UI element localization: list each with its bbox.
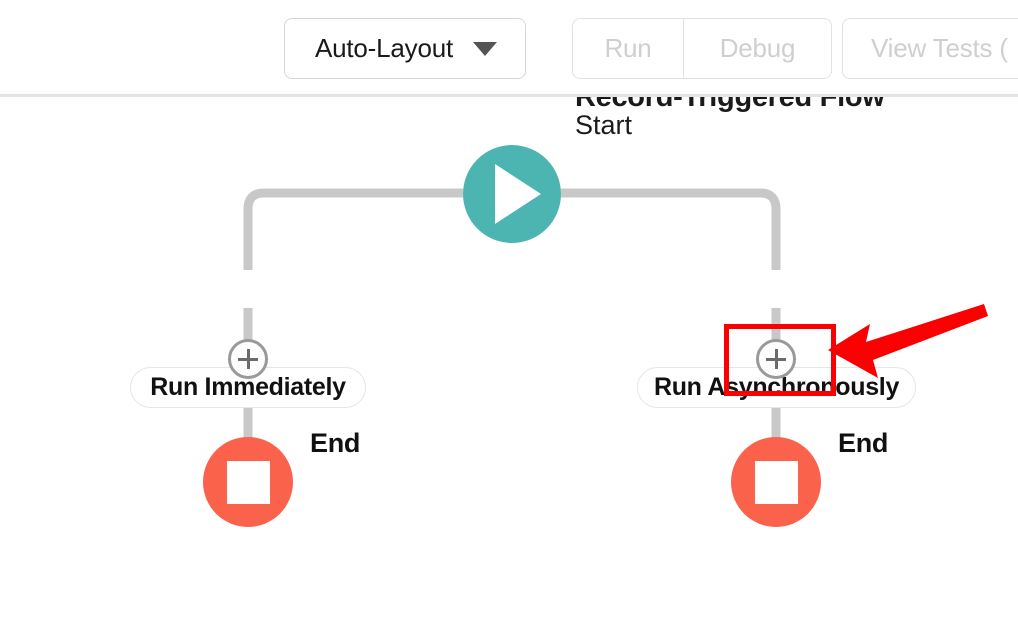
play-icon (495, 164, 541, 224)
connector-left-branch (243, 188, 463, 270)
arrow-left-icon (828, 304, 988, 378)
layout-mode-select[interactable]: Auto-Layout (284, 18, 526, 79)
end-node-run-immediately[interactable] (203, 437, 293, 527)
debug-button-label: Debug (719, 33, 796, 63)
end-node-run-asynchronously[interactable] (731, 437, 821, 527)
layout-mode-label: Auto-Layout (315, 33, 454, 63)
flow-canvas[interactable]: Record-Triggered Flow Start Run Immediat… (0, 97, 1018, 642)
chevron-down-icon (473, 41, 497, 56)
annotation-highlight-box (724, 324, 836, 396)
view-tests-button-label: View Tests ( (871, 33, 1008, 63)
debug-button[interactable]: Debug (684, 19, 831, 78)
run-button-label: Run (604, 33, 652, 63)
flow-builder-screen: Auto-Layout Run Debug View Tests (Recor… (0, 0, 1018, 642)
run-debug-button-group: Run Debug (572, 18, 832, 79)
stop-square-icon (754, 460, 798, 504)
stop-square-icon (226, 460, 270, 504)
toolbar: Auto-Layout Run Debug View Tests ( (0, 0, 1018, 97)
connector-right-branch (561, 188, 781, 270)
end-node-label-run-immediately: End (310, 428, 361, 458)
end-node-label-run-asynchronously: End (838, 428, 889, 458)
flow-subtitle: Start (575, 110, 633, 140)
start-node[interactable] (463, 145, 561, 243)
view-tests-button[interactable]: View Tests ( (842, 18, 1018, 79)
add-element-button-run-immediately[interactable] (228, 339, 268, 379)
run-button[interactable]: Run (573, 19, 684, 78)
